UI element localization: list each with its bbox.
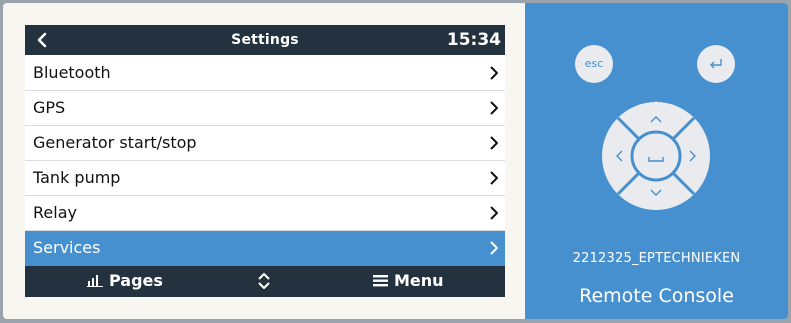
menu-label: Menu xyxy=(394,271,444,290)
bottom-bar: Pages Menu xyxy=(25,266,505,297)
device-id: 2212325_EPTECHNIEKEN xyxy=(572,251,741,266)
pages-button[interactable]: Pages xyxy=(87,271,163,290)
list-item-services[interactable]: Services xyxy=(25,231,505,266)
list-item-label: GPS xyxy=(33,98,66,117)
enter-button[interactable] xyxy=(697,45,735,83)
list-item-label: Services xyxy=(33,238,101,257)
bar-chart-icon xyxy=(87,275,103,287)
up-down-arrows-icon[interactable] xyxy=(257,272,271,290)
chevron-right-icon xyxy=(490,101,498,115)
esc-button[interactable]: esc xyxy=(575,45,613,83)
chevron-right-icon xyxy=(490,241,498,255)
chevron-right-icon xyxy=(490,66,498,80)
dpad xyxy=(601,101,711,211)
list-item-relay[interactable]: Relay xyxy=(25,196,505,231)
panel-title: Remote Console xyxy=(579,285,734,307)
dpad-center-button[interactable] xyxy=(630,130,682,182)
chevron-right-icon xyxy=(490,171,498,185)
list-item-label: Tank pump xyxy=(33,168,121,187)
list-item-label: Generator start/stop xyxy=(33,133,197,152)
chevron-right-icon xyxy=(490,136,498,150)
list-item-label: Relay xyxy=(33,203,77,222)
clock: 15:34 xyxy=(446,30,501,50)
esc-label: esc xyxy=(584,57,604,70)
menu-button[interactable]: Menu xyxy=(373,271,444,290)
list-item-bluetooth[interactable]: Bluetooth xyxy=(25,56,505,91)
enter-return-icon xyxy=(710,59,722,69)
hamburger-icon xyxy=(373,275,388,287)
list-item-label: Bluetooth xyxy=(33,63,111,82)
page-title: Settings xyxy=(231,32,299,48)
list-item-gps[interactable]: GPS xyxy=(25,91,505,126)
gx-screen: Settings 15:34 Bluetooth GPS Generator s… xyxy=(25,25,505,297)
pages-label: Pages xyxy=(109,271,163,290)
remote-console-window: Settings 15:34 Bluetooth GPS Generator s… xyxy=(3,3,788,319)
remote-control-panel: esc 2212325_EPTECHNIEKEN Remote Console xyxy=(525,3,788,319)
list-item-generator[interactable]: Generator start/stop xyxy=(25,126,505,161)
chevron-right-icon xyxy=(490,206,498,220)
list-item-tank-pump[interactable]: Tank pump xyxy=(25,161,505,196)
title-bar: Settings 15:34 xyxy=(25,25,505,55)
settings-list: Bluetooth GPS Generator start/stop Tank … xyxy=(25,56,505,266)
